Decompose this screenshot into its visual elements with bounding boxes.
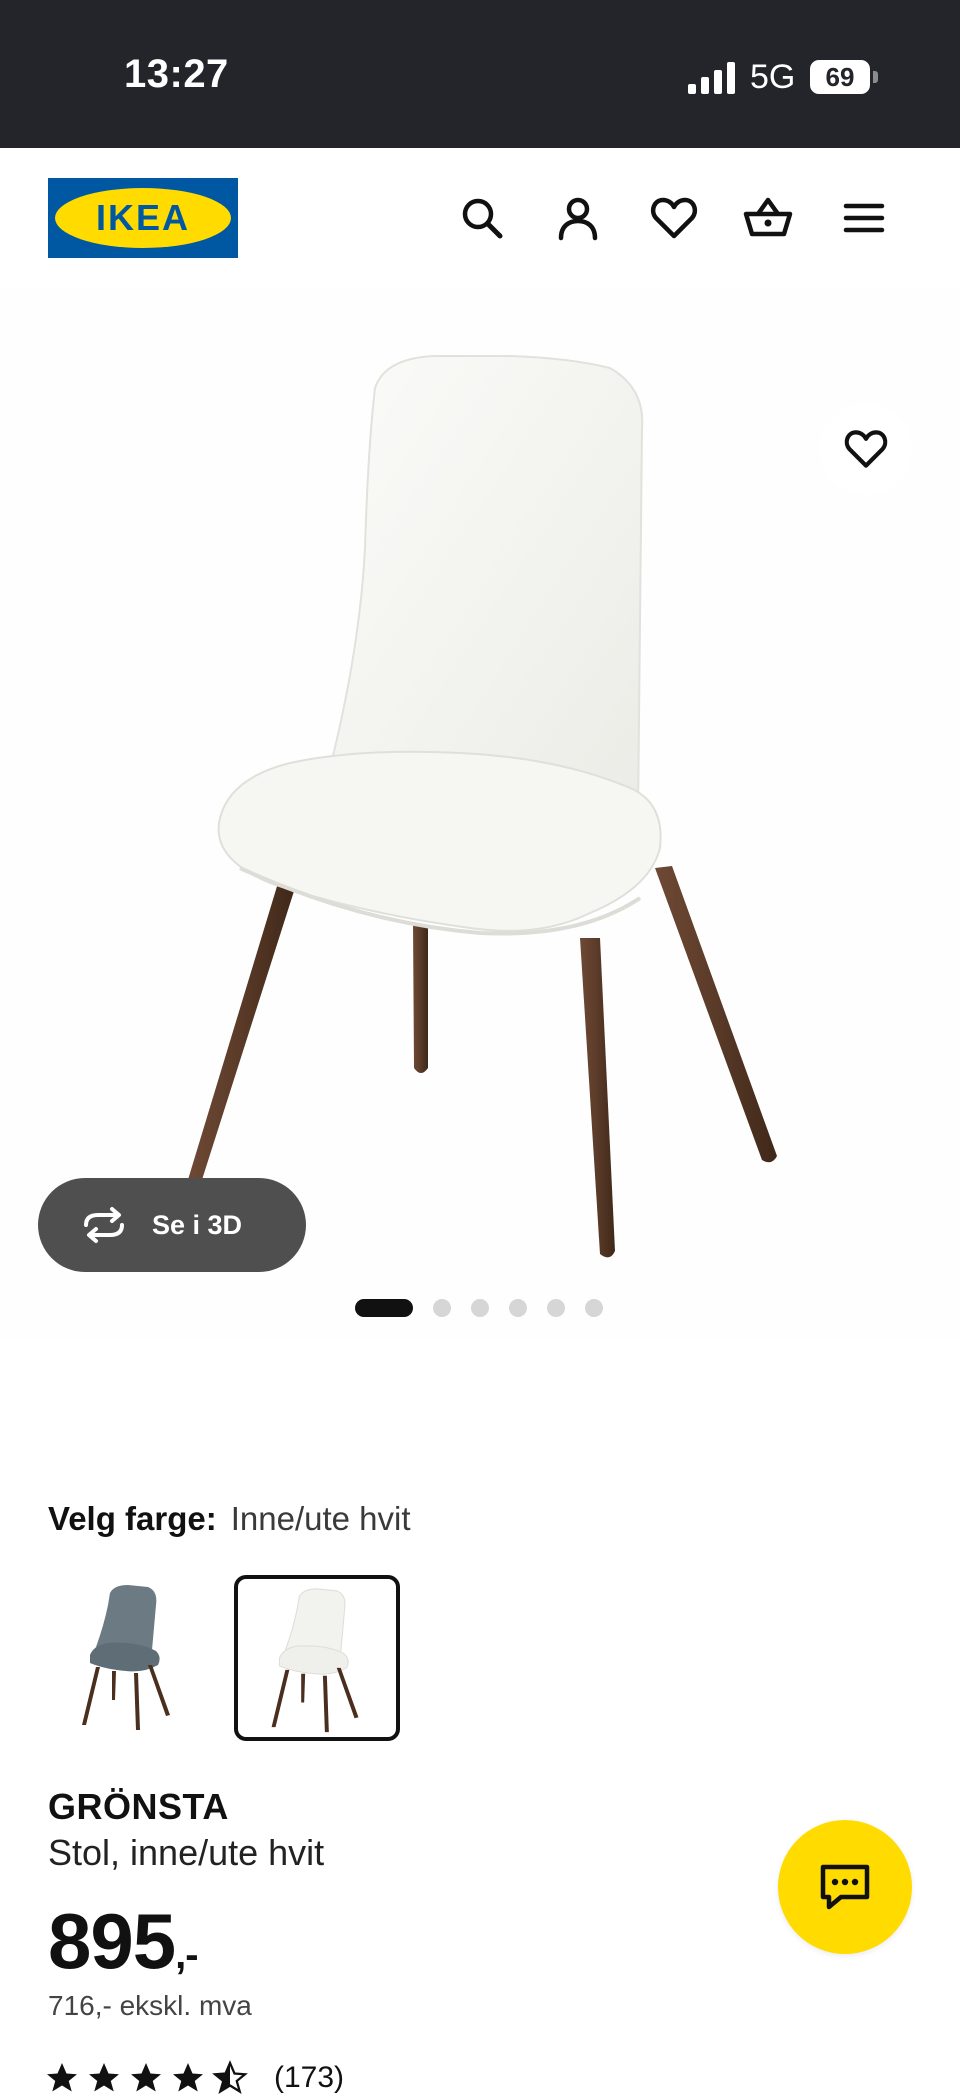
battery-icon: 69 — [810, 60, 870, 94]
gallery-pagination[interactable] — [355, 1298, 603, 1318]
chat-icon — [820, 1864, 870, 1910]
star-icon — [173, 2063, 203, 2092]
ikea-logo[interactable]: IKEA — [48, 178, 238, 258]
star-icon — [47, 2063, 77, 2092]
chat-button[interactable] — [778, 1820, 912, 1954]
account-icon[interactable] — [552, 192, 604, 244]
color-value: Inne/ute hvit — [230, 1500, 411, 1537]
site-header: IKEA — [0, 148, 960, 288]
color-selector: Velg farge: Inne/ute hvit — [48, 1500, 411, 1538]
star-icon — [131, 2063, 161, 2092]
search-icon[interactable] — [456, 192, 508, 244]
pagination-dot[interactable] — [433, 1299, 451, 1317]
product-description: Stol, inne/ute hvit — [48, 1832, 325, 1873]
status-bar: 13:27 5G 69 — [0, 0, 960, 148]
color-swatch-blue-grey[interactable] — [48, 1575, 208, 1735]
pagination-dot[interactable] — [509, 1299, 527, 1317]
star-icon — [89, 2063, 119, 2092]
half-star-icon — [212, 2060, 248, 2094]
view-3d-button[interactable]: Se i 3D — [38, 1178, 306, 1272]
price-main: 895 — [48, 1897, 176, 1985]
heart-icon — [844, 430, 888, 468]
pagination-dot[interactable] — [355, 1299, 413, 1317]
pagination-dot[interactable] — [585, 1299, 603, 1317]
price-excl-vat: 716,- ekskl. mva — [48, 1990, 252, 2021]
product-price: 895,- — [48, 1896, 199, 1987]
rotate-3d-icon — [84, 1207, 124, 1243]
signal-icon — [688, 62, 735, 94]
battery-nub — [873, 71, 878, 83]
status-time: 13:27 — [124, 52, 229, 96]
price-suffix: ,- — [175, 1933, 198, 1977]
network-type: 5G — [750, 58, 796, 96]
rating-count: (173) — [274, 2061, 345, 2094]
cart-icon[interactable] — [742, 192, 794, 244]
product-gallery[interactable]: Se i 3D — [0, 288, 960, 1338]
color-swatch-white[interactable] — [234, 1575, 400, 1741]
pagination-dot[interactable] — [547, 1299, 565, 1317]
product-image — [187, 355, 777, 1258]
product-name: GRÖNSTA — [48, 1786, 229, 1827]
menu-icon[interactable] — [838, 192, 890, 244]
product-rating[interactable]: (173) — [44, 2060, 344, 2096]
color-label: Velg farge: — [48, 1500, 217, 1537]
favorite-button[interactable] — [820, 403, 912, 495]
favorites-icon[interactable] — [648, 192, 700, 244]
pagination-dot[interactable] — [471, 1299, 489, 1317]
view-3d-label: Se i 3D — [152, 1209, 243, 1240]
logo-text: IKEA — [96, 197, 190, 238]
